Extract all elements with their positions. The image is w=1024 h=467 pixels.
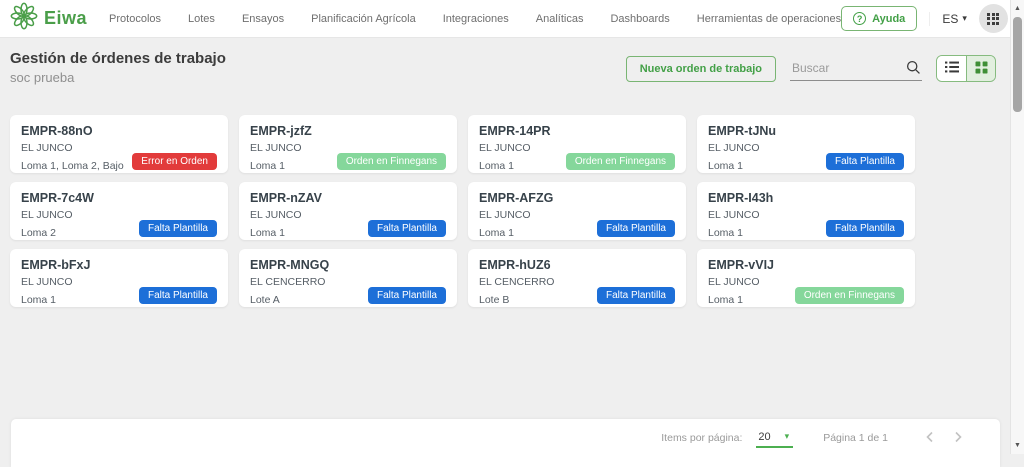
search-icon[interactable] (905, 59, 922, 81)
apps-grid-icon (987, 12, 1000, 25)
new-work-order-button[interactable]: Nueva orden de trabajo (625, 55, 776, 82)
lot-names: Loma 1 (708, 227, 744, 239)
nav-item-dashboards[interactable]: Dashboards (610, 13, 669, 25)
grid-view-button[interactable] (966, 56, 995, 81)
work-order-card[interactable]: EMPR-14PR EL JUNCO Loma 1 Orden en Finne… (468, 115, 686, 173)
search-input[interactable] (790, 56, 922, 81)
work-order-card[interactable]: EMPR-88nO EL JUNCO Loma 1, Loma 2, Bajo … (10, 115, 228, 173)
top-navbar: Eiwa Protocolos Lotes Ensayos Planificac… (0, 0, 1024, 38)
work-order-card[interactable]: EMPR-hUZ6 EL CENCERRO Lote B Falta Plant… (468, 249, 686, 307)
status-badge: Falta Plantilla (367, 220, 446, 237)
nav-item-planificacion-agricola[interactable]: Planificación Agrícola (311, 13, 416, 25)
items-per-page-select[interactable]: 20 ▾ (756, 429, 794, 448)
status-badge: Orden en Finnegans (565, 153, 675, 170)
chevron-down-icon: ▾ (784, 431, 790, 441)
work-order-card[interactable]: EMPR-bFxJ EL JUNCO Loma 1 Falta Plantill… (10, 249, 228, 307)
page-header: Gestión de órdenes de trabajo soc prueba (10, 50, 226, 85)
list-view-button[interactable] (937, 56, 966, 81)
order-id: EMPR-bFxJ (21, 258, 91, 272)
lot-names: Loma 1 (708, 160, 744, 172)
order-id: EMPR-MNGQ (250, 258, 330, 272)
nav-item-protocolos[interactable]: Protocolos (109, 13, 161, 25)
items-per-page-label: Items por página: (661, 432, 743, 444)
view-toggle (936, 55, 996, 82)
work-order-card[interactable]: EMPR-vVIJ EL JUNCO Loma 1 Orden en Finne… (697, 249, 915, 307)
search-box (790, 56, 922, 81)
eiwa-flower-icon (10, 2, 38, 35)
lot-names: Loma 1 (708, 294, 744, 306)
page-subtitle: soc prueba (10, 70, 75, 85)
order-id: EMPR-88nO (21, 124, 93, 138)
order-id: EMPR-hUZ6 (479, 258, 551, 272)
order-id: EMPR-7c4W (21, 191, 94, 205)
next-page-button[interactable] (944, 430, 972, 447)
status-badge: Falta Plantilla (367, 287, 446, 304)
work-order-card[interactable]: EMPR-tJNu EL JUNCO Loma 1 Falta Plantill… (697, 115, 915, 173)
vertical-scrollbar[interactable]: ▲ ▼ (1010, 0, 1024, 454)
brand-logo[interactable]: Eiwa (10, 2, 87, 35)
order-id: EMPR-AFZG (479, 191, 554, 205)
list-view-icon (944, 60, 960, 77)
order-id: EMPR-tJNu (708, 124, 777, 138)
nav-item-herramientas-operaciones[interactable]: Herramientas de operaciones (697, 13, 841, 25)
work-order-card[interactable]: EMPR-7c4W EL JUNCO Loma 2 Falta Plantill… (10, 182, 228, 240)
work-orders-grid: EMPR-88nO EL JUNCO Loma 1, Loma 2, Bajo … (10, 115, 915, 307)
help-label: Ayuda (872, 12, 906, 25)
grid-view-icon (974, 60, 989, 78)
items-per-page-value: 20 (758, 430, 771, 443)
nav-item-ensayos[interactable]: Ensayos (242, 13, 284, 25)
work-order-card[interactable]: EMPR-jzfZ EL JUNCO Loma 1 Orden en Finne… (239, 115, 457, 173)
order-id: EMPR-vVIJ (708, 258, 774, 272)
status-badge: Orden en Finnegans (336, 153, 446, 170)
order-id: EMPR-14PR (479, 124, 551, 138)
order-id: EMPR-jzfZ (250, 124, 312, 138)
status-badge: Falta Plantilla (138, 287, 217, 304)
lot-names: Lote A (250, 294, 280, 306)
language-code: ES (942, 11, 959, 26)
nav-item-analiticas[interactable]: Analíticas (536, 13, 584, 25)
scrollbar-up-icon[interactable]: ▲ (1011, 5, 1024, 12)
lot-names: Loma 2 (21, 227, 57, 239)
work-order-card[interactable]: EMPR-I43h EL JUNCO Loma 1 Falta Plantill… (697, 182, 915, 240)
work-order-card[interactable]: EMPR-nZAV EL JUNCO Loma 1 Falta Plantill… (239, 182, 457, 240)
status-badge: Falta Plantilla (596, 287, 675, 304)
help-button[interactable]: ? Ayuda (841, 6, 918, 31)
order-id: EMPR-I43h (708, 191, 774, 205)
previous-page-button[interactable] (916, 430, 944, 447)
language-selector[interactable]: ES ▾ (929, 11, 967, 26)
page-info: Página 1 de 1 (823, 432, 888, 444)
lot-names: Lote B (479, 294, 510, 306)
status-badge: Falta Plantilla (138, 220, 217, 237)
apps-menu-button[interactable] (978, 4, 1008, 33)
lot-names: Loma 1 (250, 160, 286, 172)
lot-names: Loma 1 (479, 160, 515, 172)
lot-names: Loma 1 (250, 227, 286, 239)
pagination-bar: Items por página: 20 ▾ Página 1 de 1 (11, 419, 1000, 467)
status-badge: Error en Orden (132, 153, 217, 170)
main-nav: Protocolos Lotes Ensayos Planificación A… (109, 13, 841, 25)
status-badge: Falta Plantilla (596, 220, 675, 237)
work-order-card[interactable]: EMPR-AFZG EL JUNCO Loma 1 Falta Plantill… (468, 182, 686, 240)
nav-item-lotes[interactable]: Lotes (188, 13, 215, 25)
question-icon: ? (853, 12, 867, 25)
scrollbar-down-icon[interactable]: ▼ (1011, 442, 1024, 449)
header-actions: Nueva orden de trabajo (625, 55, 996, 82)
work-order-card[interactable]: EMPR-MNGQ EL CENCERRO Lote A Falta Plant… (239, 249, 457, 307)
status-badge: Falta Plantilla (825, 220, 904, 237)
status-badge: Falta Plantilla (825, 153, 904, 170)
page-title: Gestión de órdenes de trabajo (10, 50, 226, 67)
nav-item-integraciones[interactable]: Integraciones (443, 13, 509, 25)
lot-names: Loma 1 (21, 294, 57, 306)
chevron-down-icon: ▾ (962, 13, 967, 23)
order-id: EMPR-nZAV (250, 191, 322, 205)
lot-names: Loma 1, Loma 2, Bajo (21, 160, 124, 172)
scrollbar-thumb[interactable] (1013, 17, 1022, 112)
brand-name: Eiwa (44, 8, 88, 28)
status-badge: Orden en Finnegans (794, 287, 904, 304)
lot-names: Loma 1 (479, 227, 515, 239)
